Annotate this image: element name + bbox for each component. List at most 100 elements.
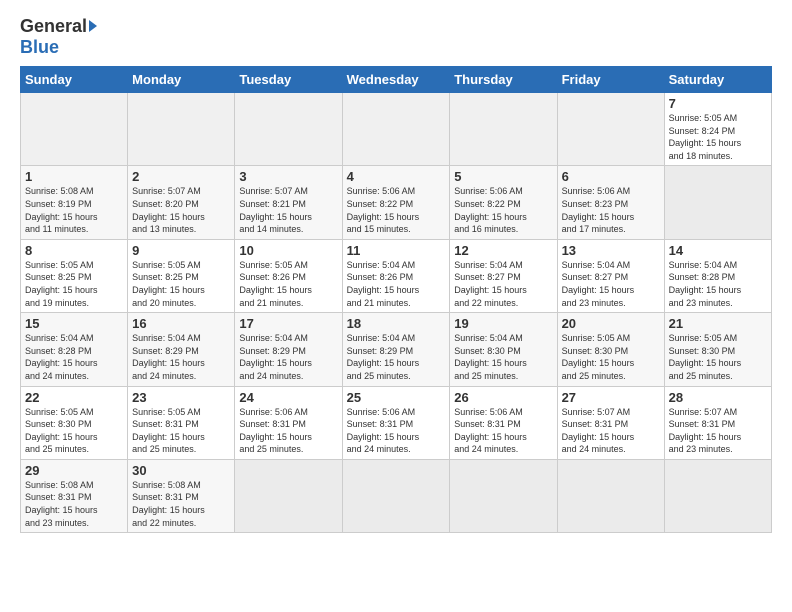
page: General Blue SundayMondayTuesdayWednesda… <box>0 0 792 612</box>
calendar-cell: 28Sunrise: 5:07 AM Sunset: 8:31 PM Dayli… <box>664 386 771 459</box>
calendar-week-row: 7Sunrise: 5:05 AM Sunset: 8:24 PM Daylig… <box>21 93 772 166</box>
column-header-saturday: Saturday <box>664 67 771 93</box>
calendar-cell: 7Sunrise: 5:05 AM Sunset: 8:24 PM Daylig… <box>664 93 771 166</box>
day-info: Sunrise: 5:06 AM Sunset: 8:23 PM Dayligh… <box>562 185 660 235</box>
calendar-cell: 4Sunrise: 5:06 AM Sunset: 8:22 PM Daylig… <box>342 166 450 239</box>
day-info: Sunrise: 5:06 AM Sunset: 8:31 PM Dayligh… <box>454 406 552 456</box>
day-info: Sunrise: 5:08 AM Sunset: 8:31 PM Dayligh… <box>25 479 123 529</box>
calendar-cell: 10Sunrise: 5:05 AM Sunset: 8:26 PM Dayli… <box>235 239 342 312</box>
calendar-cell <box>557 459 664 532</box>
day-number: 21 <box>669 316 767 331</box>
day-number: 2 <box>132 169 230 184</box>
calendar-cell <box>235 93 342 166</box>
day-number: 28 <box>669 390 767 405</box>
column-header-wednesday: Wednesday <box>342 67 450 93</box>
day-number: 27 <box>562 390 660 405</box>
logo: General Blue <box>20 16 97 58</box>
calendar-cell: 29Sunrise: 5:08 AM Sunset: 8:31 PM Dayli… <box>21 459 128 532</box>
day-number: 1 <box>25 169 123 184</box>
column-header-monday: Monday <box>128 67 235 93</box>
day-number: 13 <box>562 243 660 258</box>
calendar-cell <box>342 459 450 532</box>
calendar-cell: 1Sunrise: 5:08 AM Sunset: 8:19 PM Daylig… <box>21 166 128 239</box>
day-number: 19 <box>454 316 552 331</box>
day-number: 24 <box>239 390 337 405</box>
calendar-cell: 18Sunrise: 5:04 AM Sunset: 8:29 PM Dayli… <box>342 313 450 386</box>
calendar-cell <box>450 459 557 532</box>
column-header-thursday: Thursday <box>450 67 557 93</box>
calendar-cell: 2Sunrise: 5:07 AM Sunset: 8:20 PM Daylig… <box>128 166 235 239</box>
day-info: Sunrise: 5:04 AM Sunset: 8:29 PM Dayligh… <box>239 332 337 382</box>
day-number: 18 <box>347 316 446 331</box>
calendar-cell: 5Sunrise: 5:06 AM Sunset: 8:22 PM Daylig… <box>450 166 557 239</box>
logo-general-text: General <box>20 16 87 37</box>
day-info: Sunrise: 5:08 AM Sunset: 8:19 PM Dayligh… <box>25 185 123 235</box>
calendar-cell: 16Sunrise: 5:04 AM Sunset: 8:29 PM Dayli… <box>128 313 235 386</box>
calendar-cell: 8Sunrise: 5:05 AM Sunset: 8:25 PM Daylig… <box>21 239 128 312</box>
day-number: 25 <box>347 390 446 405</box>
day-info: Sunrise: 5:04 AM Sunset: 8:27 PM Dayligh… <box>562 259 660 309</box>
day-number: 29 <box>25 463 123 478</box>
day-info: Sunrise: 5:08 AM Sunset: 8:31 PM Dayligh… <box>132 479 230 529</box>
calendar-cell: 13Sunrise: 5:04 AM Sunset: 8:27 PM Dayli… <box>557 239 664 312</box>
day-info: Sunrise: 5:05 AM Sunset: 8:30 PM Dayligh… <box>25 406 123 456</box>
calendar-cell: 9Sunrise: 5:05 AM Sunset: 8:25 PM Daylig… <box>128 239 235 312</box>
calendar-week-row: 22Sunrise: 5:05 AM Sunset: 8:30 PM Dayli… <box>21 386 772 459</box>
day-info: Sunrise: 5:06 AM Sunset: 8:22 PM Dayligh… <box>454 185 552 235</box>
day-number: 11 <box>347 243 446 258</box>
calendar-cell <box>664 459 771 532</box>
day-info: Sunrise: 5:04 AM Sunset: 8:27 PM Dayligh… <box>454 259 552 309</box>
calendar-week-row: 29Sunrise: 5:08 AM Sunset: 8:31 PM Dayli… <box>21 459 772 532</box>
day-info: Sunrise: 5:04 AM Sunset: 8:28 PM Dayligh… <box>669 259 767 309</box>
calendar-week-row: 8Sunrise: 5:05 AM Sunset: 8:25 PM Daylig… <box>21 239 772 312</box>
day-number: 15 <box>25 316 123 331</box>
day-info: Sunrise: 5:06 AM Sunset: 8:22 PM Dayligh… <box>347 185 446 235</box>
day-number: 30 <box>132 463 230 478</box>
calendar-cell: 22Sunrise: 5:05 AM Sunset: 8:30 PM Dayli… <box>21 386 128 459</box>
day-number: 12 <box>454 243 552 258</box>
calendar-cell: 27Sunrise: 5:07 AM Sunset: 8:31 PM Dayli… <box>557 386 664 459</box>
calendar-cell: 26Sunrise: 5:06 AM Sunset: 8:31 PM Dayli… <box>450 386 557 459</box>
calendar-cell <box>557 93 664 166</box>
calendar-cell: 19Sunrise: 5:04 AM Sunset: 8:30 PM Dayli… <box>450 313 557 386</box>
day-info: Sunrise: 5:07 AM Sunset: 8:21 PM Dayligh… <box>239 185 337 235</box>
calendar-cell: 30Sunrise: 5:08 AM Sunset: 8:31 PM Dayli… <box>128 459 235 532</box>
calendar-header-row: SundayMondayTuesdayWednesdayThursdayFrid… <box>21 67 772 93</box>
day-info: Sunrise: 5:07 AM Sunset: 8:31 PM Dayligh… <box>562 406 660 456</box>
day-info: Sunrise: 5:05 AM Sunset: 8:31 PM Dayligh… <box>132 406 230 456</box>
calendar-cell <box>342 93 450 166</box>
day-info: Sunrise: 5:06 AM Sunset: 8:31 PM Dayligh… <box>347 406 446 456</box>
day-info: Sunrise: 5:05 AM Sunset: 8:26 PM Dayligh… <box>239 259 337 309</box>
calendar-cell <box>21 93 128 166</box>
column-header-sunday: Sunday <box>21 67 128 93</box>
logo-blue-text: Blue <box>20 37 59 58</box>
calendar-cell: 21Sunrise: 5:05 AM Sunset: 8:30 PM Dayli… <box>664 313 771 386</box>
day-number: 23 <box>132 390 230 405</box>
day-number: 9 <box>132 243 230 258</box>
day-info: Sunrise: 5:04 AM Sunset: 8:29 PM Dayligh… <box>132 332 230 382</box>
day-info: Sunrise: 5:05 AM Sunset: 8:30 PM Dayligh… <box>562 332 660 382</box>
calendar-cell: 23Sunrise: 5:05 AM Sunset: 8:31 PM Dayli… <box>128 386 235 459</box>
calendar-cell <box>235 459 342 532</box>
calendar-table: SundayMondayTuesdayWednesdayThursdayFrid… <box>20 66 772 533</box>
day-number: 22 <box>25 390 123 405</box>
calendar-cell <box>128 93 235 166</box>
day-info: Sunrise: 5:05 AM Sunset: 8:25 PM Dayligh… <box>25 259 123 309</box>
day-info: Sunrise: 5:04 AM Sunset: 8:29 PM Dayligh… <box>347 332 446 382</box>
day-info: Sunrise: 5:05 AM Sunset: 8:25 PM Dayligh… <box>132 259 230 309</box>
day-number: 5 <box>454 169 552 184</box>
day-number: 7 <box>669 96 767 111</box>
day-info: Sunrise: 5:04 AM Sunset: 8:30 PM Dayligh… <box>454 332 552 382</box>
day-number: 3 <box>239 169 337 184</box>
day-number: 17 <box>239 316 337 331</box>
day-info: Sunrise: 5:06 AM Sunset: 8:31 PM Dayligh… <box>239 406 337 456</box>
day-info: Sunrise: 5:04 AM Sunset: 8:28 PM Dayligh… <box>25 332 123 382</box>
day-number: 10 <box>239 243 337 258</box>
calendar-cell: 12Sunrise: 5:04 AM Sunset: 8:27 PM Dayli… <box>450 239 557 312</box>
day-number: 26 <box>454 390 552 405</box>
day-number: 16 <box>132 316 230 331</box>
day-number: 8 <box>25 243 123 258</box>
calendar-week-row: 1Sunrise: 5:08 AM Sunset: 8:19 PM Daylig… <box>21 166 772 239</box>
calendar-cell: 25Sunrise: 5:06 AM Sunset: 8:31 PM Dayli… <box>342 386 450 459</box>
day-number: 20 <box>562 316 660 331</box>
